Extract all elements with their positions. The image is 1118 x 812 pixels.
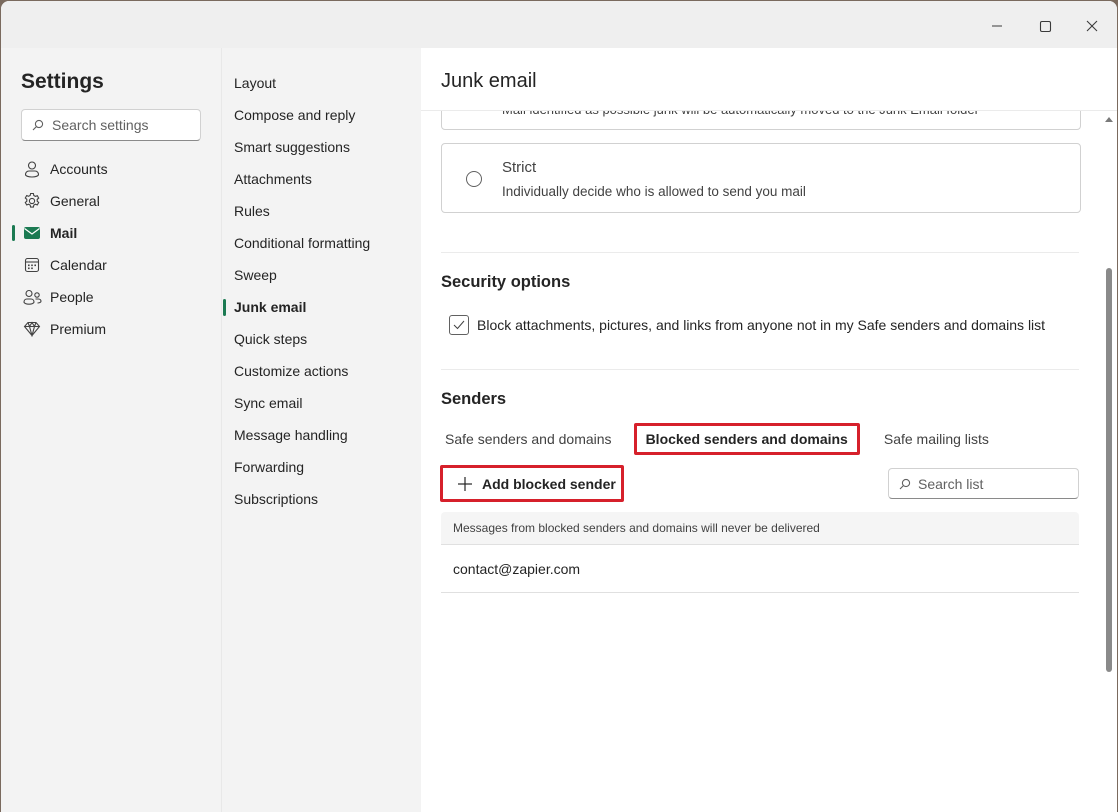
blocked-list-header: Messages from blocked senders and domain… <box>441 512 1079 545</box>
sidebar-item-label: General <box>50 193 100 209</box>
tab-safe-senders[interactable]: Safe senders and domains <box>441 423 616 455</box>
nav-item-sync-email[interactable]: Sync email <box>222 388 421 418</box>
strict-description: Individually decide who is allowed to se… <box>502 184 806 199</box>
sidebar-item-label: Calendar <box>50 257 107 273</box>
maximize-icon <box>1039 20 1051 32</box>
standard-filter-option[interactable]: Mail identified as possible junk will be… <box>441 111 1081 130</box>
sidebar-item-mail[interactable]: Mail <box>11 218 211 248</box>
nav-item-attachments[interactable]: Attachments <box>222 164 421 194</box>
maximize-button[interactable] <box>1022 11 1068 41</box>
person-icon <box>22 159 42 179</box>
scroll-thumb[interactable] <box>1106 268 1112 672</box>
nav-item-junk-email[interactable]: Junk email <box>222 292 421 322</box>
settings-sidebar: Settings Accounts General Mail <box>1 48 221 812</box>
title-bar <box>1 1 1117 48</box>
close-button[interactable] <box>1069 11 1115 41</box>
nav-item-compose-and-reply[interactable]: Compose and reply <box>222 100 421 130</box>
nav-item-subscriptions[interactable]: Subscriptions <box>222 484 421 514</box>
scroll-area: Mail identified as possible junk will be… <box>421 111 1117 812</box>
scroll-up-arrow-icon[interactable] <box>1105 117 1113 122</box>
block-attachments-checkbox[interactable] <box>449 315 469 335</box>
people-icon <box>22 287 42 307</box>
page-title: Junk email <box>441 70 537 92</box>
gear-icon <box>22 191 42 211</box>
nav-item-quick-steps[interactable]: Quick steps <box>222 324 421 354</box>
nav-item-label: Junk email <box>234 299 307 315</box>
sidebar-item-label: People <box>50 289 94 305</box>
add-blocked-sender-label: Add blocked sender <box>482 475 616 492</box>
strict-radio[interactable] <box>466 171 482 187</box>
sidebar-item-accounts[interactable]: Accounts <box>11 154 211 184</box>
checkmark-icon <box>453 320 465 330</box>
selection-indicator <box>223 299 226 316</box>
add-blocked-sender-button[interactable]: Add blocked sender <box>440 465 624 502</box>
junk-email-pane: Junk email Mail identified as possible j… <box>421 48 1117 812</box>
nav-item-smart-suggestions[interactable]: Smart suggestions <box>222 132 421 162</box>
sidebar-item-label: Premium <box>50 321 107 337</box>
close-icon <box>1086 20 1098 32</box>
senders-tabs: Safe senders and domains Blocked senders… <box>441 423 993 455</box>
nav-item-rules[interactable]: Rules <box>222 196 421 226</box>
sidebar-item-calendar[interactable]: Calendar <box>11 250 211 280</box>
tab-blocked-senders[interactable]: Blocked senders and domains <box>633 423 860 455</box>
sidebar-item-label: Accounts <box>50 161 108 177</box>
search-icon <box>32 119 44 131</box>
search-settings-input[interactable] <box>52 117 192 133</box>
block-attachments-option[interactable]: Block attachments, pictures, and links f… <box>449 315 1045 335</box>
security-options-title: Security options <box>441 273 571 291</box>
sidebar-item-people[interactable]: People <box>11 282 211 312</box>
minimize-icon <box>992 25 1002 27</box>
search-list-input[interactable] <box>918 475 1068 492</box>
sidebar-item-premium[interactable]: Premium <box>11 314 211 344</box>
search-icon <box>899 478 911 489</box>
diamond-icon <box>22 319 42 339</box>
tab-safe-mailing-lists[interactable]: Safe mailing lists <box>880 423 993 455</box>
divider <box>441 369 1079 370</box>
option-description: Mail identified as possible junk will be… <box>502 111 979 117</box>
settings-window: Settings Accounts General Mail <box>1 1 1117 812</box>
nav-item-message-handling[interactable]: Message handling <box>222 420 421 450</box>
plus-icon <box>458 476 472 491</box>
mail-settings-nav: Layout Compose and reply Smart suggestio… <box>221 48 421 812</box>
senders-title: Senders <box>441 390 507 408</box>
calendar-icon <box>22 255 42 275</box>
nav-item-layout[interactable]: Layout <box>222 68 421 98</box>
nav-item-customize-actions[interactable]: Customize actions <box>222 356 421 386</box>
divider <box>441 252 1079 253</box>
strict-label: Strict <box>502 159 537 176</box>
nav-item-sweep[interactable]: Sweep <box>222 260 421 290</box>
minimize-button[interactable] <box>974 11 1020 41</box>
sidebar-item-label: Mail <box>50 225 78 241</box>
strict-filter-option[interactable]: Strict Individually decide who is allowe… <box>441 143 1081 213</box>
sidebar-item-general[interactable]: General <box>11 186 211 216</box>
settings-title: Settings <box>21 70 104 93</box>
blocked-sender-row[interactable]: contact@zapier.com <box>441 545 1079 593</box>
nav-item-forwarding[interactable]: Forwarding <box>222 452 421 482</box>
search-settings-box[interactable] <box>21 109 201 141</box>
selection-indicator <box>12 225 15 241</box>
nav-item-conditional-formatting[interactable]: Conditional formatting <box>222 228 421 258</box>
mail-icon <box>22 223 42 243</box>
vertical-scrollbar[interactable] <box>1103 111 1117 812</box>
content-header: Junk email <box>421 48 1117 111</box>
block-attachments-label: Block attachments, pictures, and links f… <box>477 317 1046 333</box>
search-list-box[interactable] <box>888 468 1079 499</box>
